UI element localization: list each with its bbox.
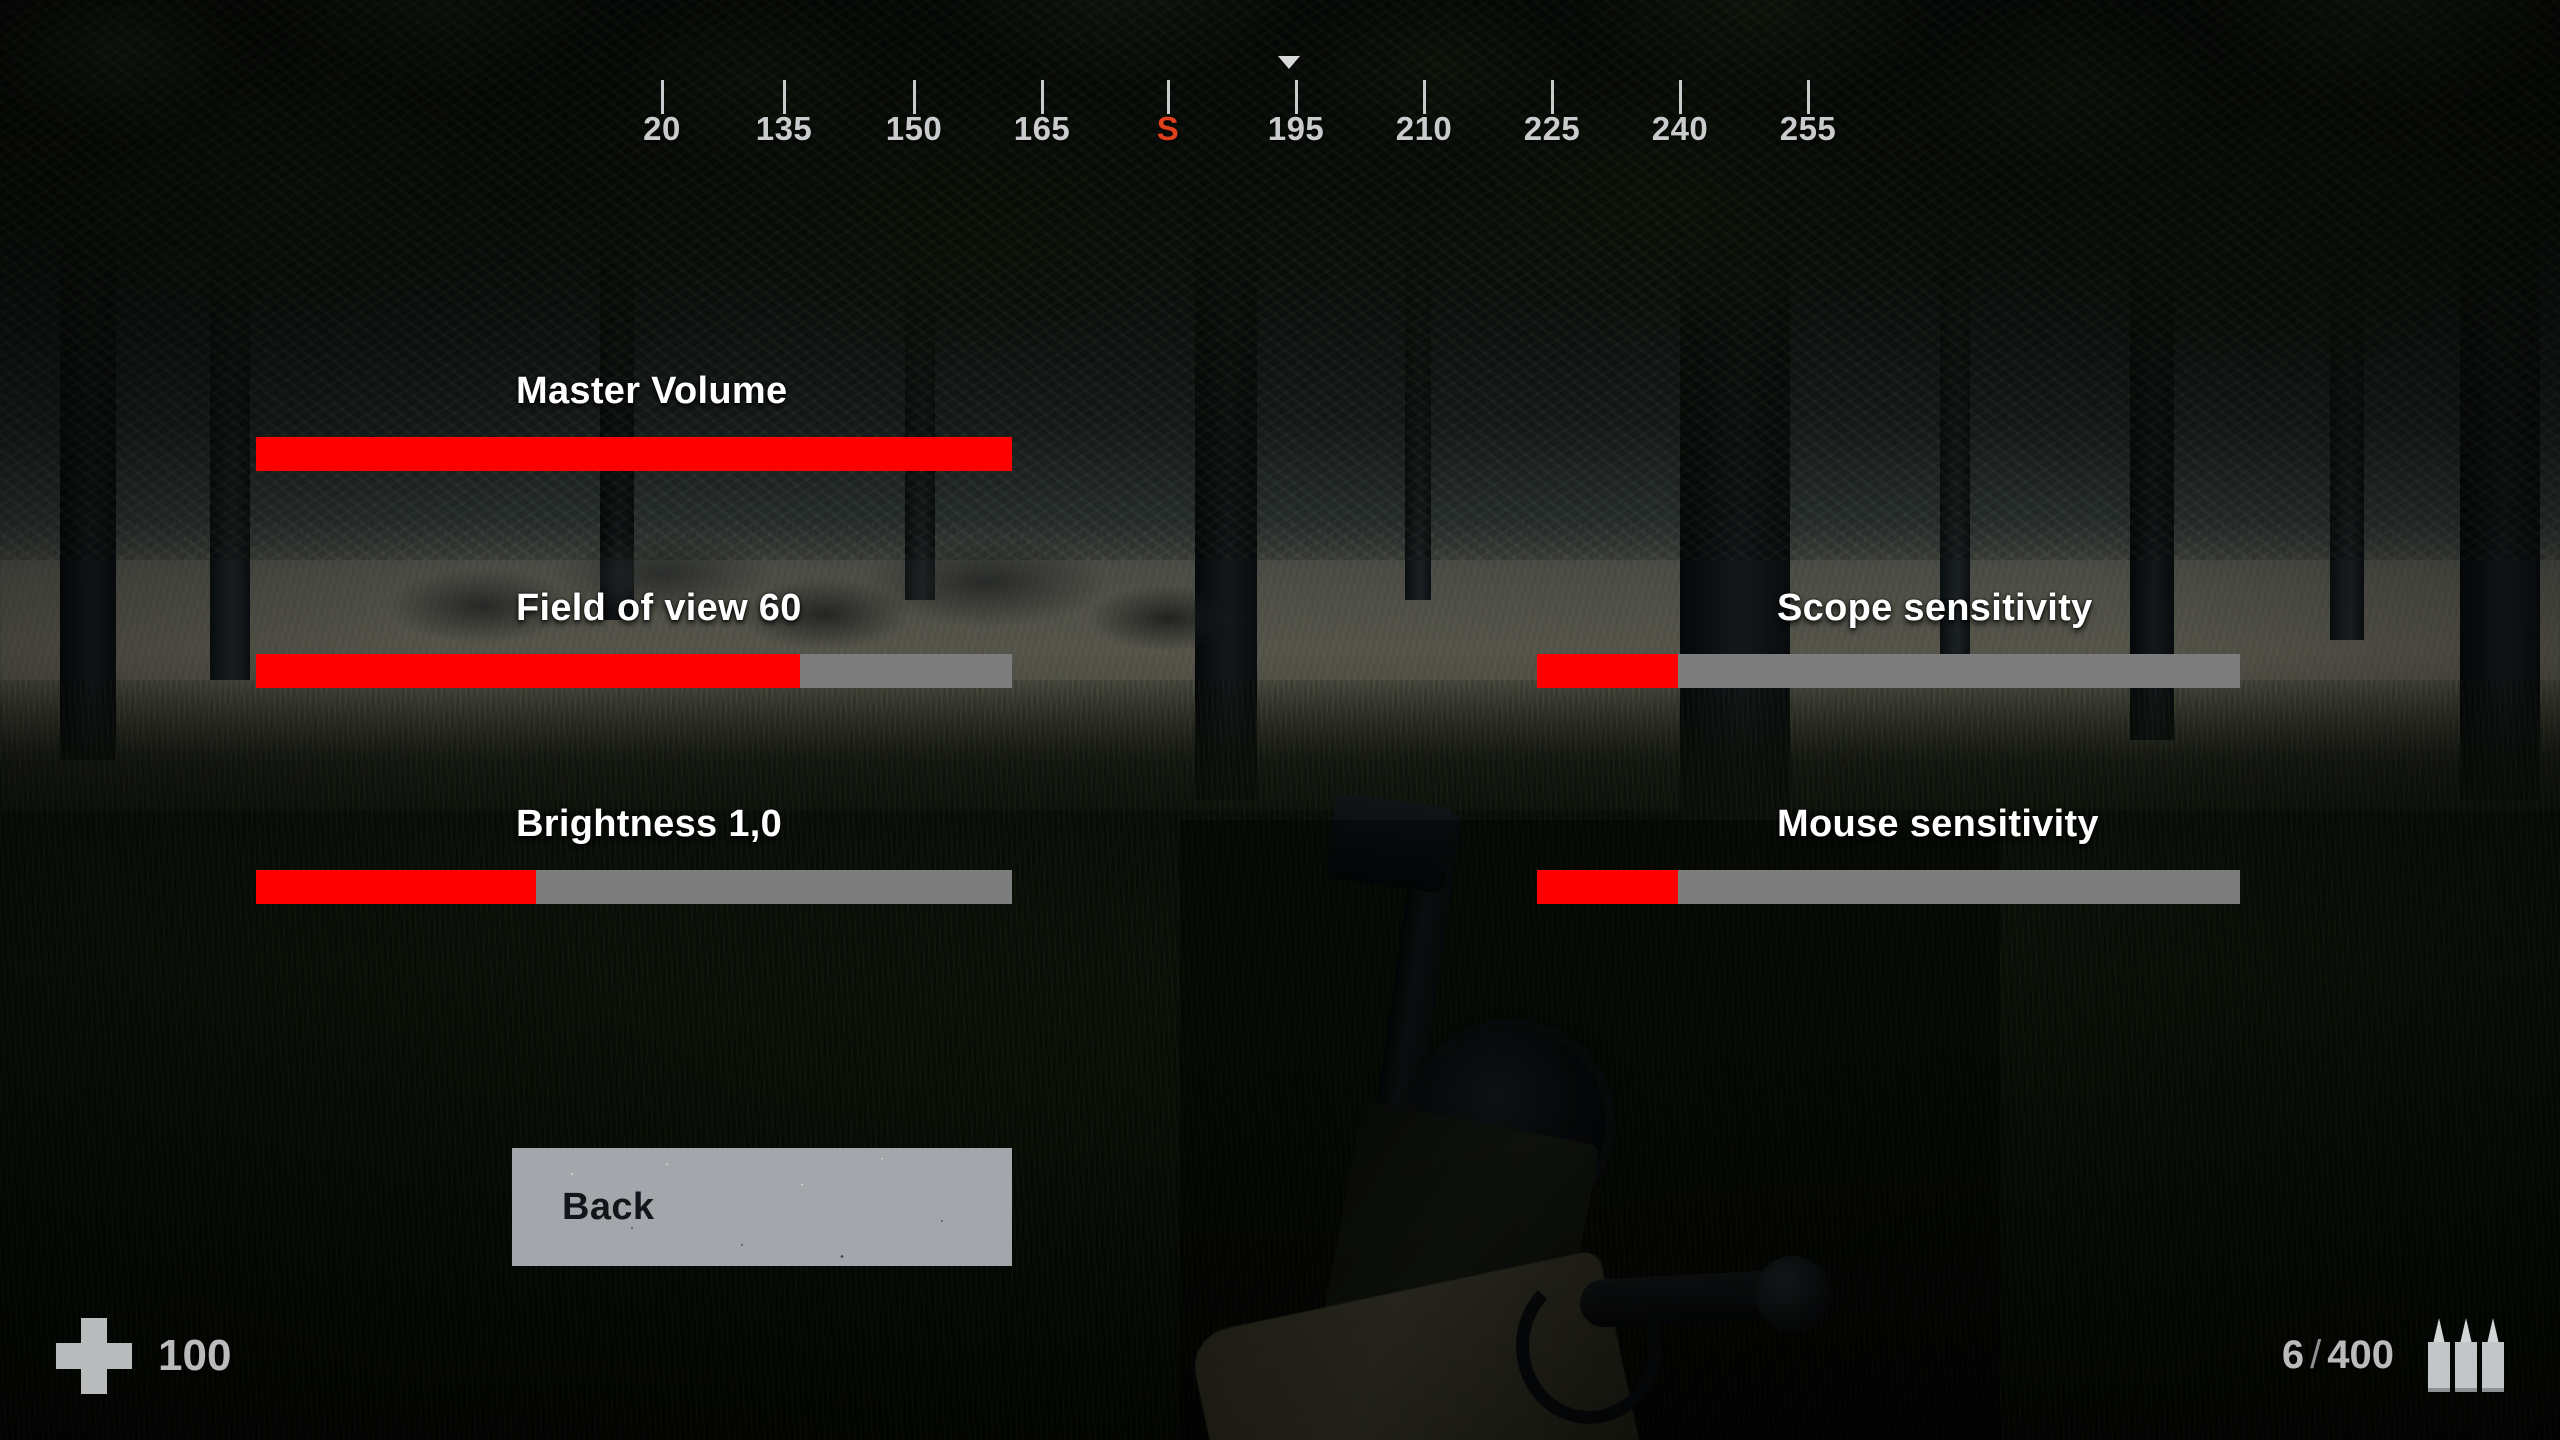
field-of-view-label: Field of view 60 <box>516 587 802 629</box>
health-value: 100 <box>158 1331 232 1380</box>
setting-scope-sensitivity: Scope sensitivity <box>1537 587 2240 688</box>
field-of-view-slider-fill <box>256 654 801 688</box>
bullet-icon <box>2482 1318 2504 1392</box>
brightness-slider[interactable] <box>256 870 1012 904</box>
setting-mouse-sensitivity: Mouse sensitivity <box>1537 803 2240 904</box>
scope-sensitivity-slider[interactable] <box>1537 654 2240 688</box>
bullet-cartridges-icon <box>2428 1318 2504 1392</box>
ammo-indicator: 6/400 <box>2282 1318 2504 1392</box>
health-cross-icon <box>56 1318 132 1394</box>
scope-sensitivity-label: Scope sensitivity <box>1777 587 2093 629</box>
ammo-counter: 6/400 <box>2282 1333 2394 1378</box>
master-volume-slider-fill <box>256 437 1012 471</box>
setting-brightness: Brightness 1,0 <box>256 803 1012 904</box>
master-volume-label: Master Volume <box>516 370 788 412</box>
scope-sensitivity-slider-fill <box>1537 654 1678 688</box>
setting-master-volume: Master Volume <box>256 370 1012 471</box>
brightness-label: Brightness 1,0 <box>516 803 783 845</box>
brightness-slider-fill <box>256 870 536 904</box>
back-button[interactable]: Back <box>512 1148 1012 1266</box>
settings-overlay: Master Volume Field of view 60 Brightnes… <box>0 0 2560 1440</box>
mouse-sensitivity-label: Mouse sensitivity <box>1777 803 2099 845</box>
mouse-sensitivity-slider[interactable] <box>1537 870 2240 904</box>
ammo-reserve: 400 <box>2327 1332 2394 1377</box>
bullet-icon <box>2428 1318 2450 1392</box>
bullet-icon <box>2455 1318 2477 1392</box>
health-indicator: 100 <box>56 1318 231 1394</box>
ammo-magazine: 6 <box>2281 1332 2305 1377</box>
setting-field-of-view: Field of view 60 <box>256 587 1012 688</box>
game-screen: 20 135 150 165 S 195 210 225 240 255 Mas… <box>0 0 2560 1440</box>
back-button-label: Back <box>562 1185 655 1228</box>
master-volume-slider[interactable] <box>256 437 1012 471</box>
ammo-separator: / <box>2310 1332 2322 1377</box>
mouse-sensitivity-slider-fill <box>1537 870 1678 904</box>
field-of-view-slider[interactable] <box>256 654 1012 688</box>
